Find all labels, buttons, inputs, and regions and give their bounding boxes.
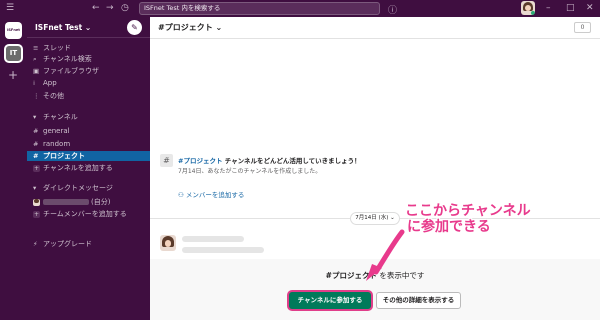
annotation-callout: ここからチャンネル に参加できる	[405, 203, 531, 235]
annotation-arrow	[366, 229, 405, 281]
